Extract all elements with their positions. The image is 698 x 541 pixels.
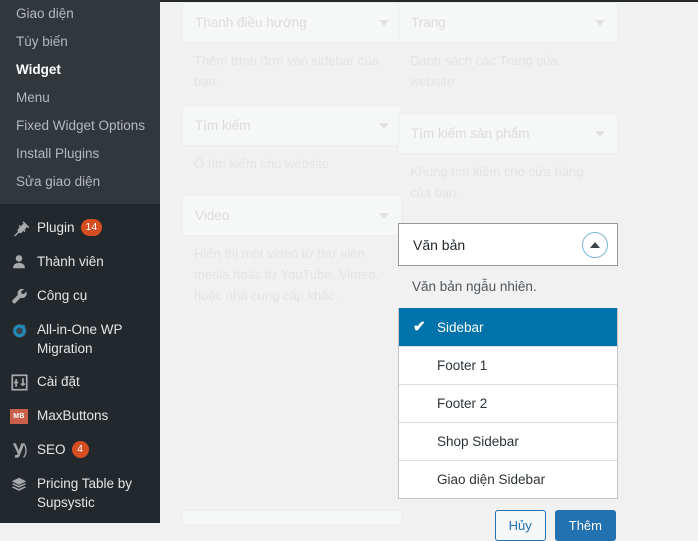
widget-actions: Hủy Thêm (398, 510, 618, 541)
widget-card-tim-kiem-san-pham[interactable]: Tìm kiếm sản phẩm Khung tìm kiếm cho cửa… (398, 113, 618, 213)
menu-item-plugin[interactable]: Plugin 14 (0, 211, 160, 245)
widget-title: Video (195, 208, 230, 223)
menu-item-cai-dat[interactable]: Cài đặt (0, 365, 160, 399)
menu-item-thanh-vien[interactable]: Thành viên (0, 245, 160, 279)
yoast-y-icon (8, 440, 30, 460)
widget-title: Tìm kiếm sản phẩm (411, 126, 530, 141)
menu-item-cong-cu[interactable]: Công cụ (0, 279, 160, 313)
cancel-button[interactable]: Hủy (494, 510, 546, 541)
available-widgets-column-right: Trang Danh sách các Trang của website Tì… (398, 2, 618, 541)
widget-description: Khung tìm kiếm cho cửa hàng của bạn. (410, 164, 584, 200)
menu-item-label: Pricing Table by Supsystic (37, 476, 133, 510)
refresh-circle-icon (8, 320, 30, 340)
status-badge: 4 (71, 441, 89, 458)
widget-title: Tìm kiếm (195, 118, 251, 133)
stack-layers-icon (8, 474, 30, 494)
menu-item-label: Thành viên (37, 254, 104, 269)
wrench-icon (8, 286, 30, 306)
submenu-item-menu[interactable]: Menu (0, 84, 160, 112)
menu-item-pricing-table-by-supsystic[interactable]: Pricing Table by Supsystic (0, 467, 160, 519)
plug-icon (8, 218, 30, 238)
maxbuttons-mb-icon: MB (8, 406, 30, 426)
widget-header[interactable]: Văn bản (398, 223, 618, 266)
list-item-shop-sidebar[interactable]: Shop Sidebar (399, 422, 617, 460)
widget-header[interactable]: Tìm kiếm sản phẩm (398, 113, 618, 154)
top-divider (160, 0, 698, 2)
list-item-label: Footer 1 (437, 358, 488, 373)
widget-title: Văn bản (413, 236, 466, 253)
menu-item-label: All-in-One WP Migration (37, 322, 123, 356)
admin-sidebar: Giao diện Tùy biến Widget Menu Fixed Wid… (0, 0, 160, 523)
widget-header[interactable]: Video (182, 195, 402, 236)
list-item-label: Shop Sidebar (437, 434, 519, 449)
status-badge: 14 (80, 219, 103, 236)
submenu-item-giao-dien[interactable]: Giao diện (0, 0, 160, 28)
widget-header[interactable]: Thanh điều hướng (182, 2, 402, 43)
user-icon (8, 252, 30, 272)
appearance-submenu: Giao diện Tùy biến Widget Menu Fixed Wid… (0, 0, 160, 204)
submenu-item-sua-giao-dien[interactable]: Sửa giao diện (0, 168, 160, 196)
menu-item-label: Plugin (37, 220, 75, 235)
submenu-item-tuy-bien[interactable]: Tùy biến (0, 28, 160, 56)
submenu-item-widget[interactable]: Widget (0, 56, 160, 84)
add-button[interactable]: Thêm (554, 510, 616, 541)
sidebar-target-list: ✔ Sidebar Footer 1 Footer 2 Shop Sidebar… (398, 308, 618, 499)
list-item-label: Giao diện Sidebar (437, 472, 546, 487)
widget-description: Văn bản ngẫu nhiên. (412, 279, 537, 294)
widget-card-video[interactable]: Video Hiển thị một video từ thư viện med… (182, 195, 402, 316)
widget-description: Thêm trình đơn vào sidebar của bạn. (194, 53, 379, 89)
chevron-down-icon[interactable] (595, 19, 605, 26)
widgets-page-body: Thanh điều hướng Thêm trình đơn vào side… (160, 2, 698, 541)
widget-card-tim-kiem[interactable]: Tìm kiếm Ô tìm kiếm cho website (182, 105, 402, 184)
list-item-label: Sidebar (437, 319, 484, 335)
check-icon: ✔ (413, 318, 426, 336)
chevron-up-icon[interactable] (582, 231, 608, 258)
main-menu: Plugin 14 Thành viên Công cụ All-in-One … (0, 204, 160, 519)
submenu-item-fixed-widget-options[interactable]: Fixed Widget Options (0, 112, 160, 140)
widget-card-partial-below-fold[interactable] (182, 510, 402, 524)
settings-sliders-icon (8, 372, 30, 392)
menu-item-label: Công cụ (37, 288, 88, 303)
widget-description: Hiển thị một video từ thư viện media hoặ… (194, 246, 380, 303)
chevron-down-icon[interactable] (379, 122, 389, 129)
widget-title: Thanh điều hướng (195, 15, 307, 30)
chevron-down-icon[interactable] (379, 212, 389, 219)
menu-item-maxbuttons[interactable]: MB MaxButtons (0, 399, 160, 433)
widget-card-van-ban-active: Văn bản Văn bản ngẫu nhiên. ✔ Sidebar Fo… (398, 223, 618, 541)
mb-glyph: MB (10, 408, 28, 424)
menu-item-all-in-one-wp-migration[interactable]: All-in-One WP Migration (0, 313, 160, 365)
list-item-footer-1[interactable]: Footer 1 (399, 346, 617, 384)
list-item-giao-dien-sidebar[interactable]: Giao diện Sidebar (399, 460, 617, 498)
widget-header[interactable]: Trang (398, 2, 618, 43)
menu-item-label: Cài đặt (37, 374, 80, 389)
menu-item-label: MaxButtons (37, 408, 109, 423)
list-item-sidebar[interactable]: ✔ Sidebar (399, 308, 617, 346)
list-item-label: Footer 2 (437, 396, 488, 411)
widget-header[interactable]: Tìm kiếm (182, 105, 402, 146)
widget-description: Danh sách các Trang của website (410, 53, 558, 89)
widget-card-thanh-dieu-huong[interactable]: Thanh điều hướng Thêm trình đơn vào side… (182, 2, 402, 102)
menu-item-seo[interactable]: SEO 4 (0, 433, 160, 467)
available-widgets-column-left: Thanh điều hướng Thêm trình đơn vào side… (182, 2, 402, 319)
chevron-down-icon[interactable] (379, 19, 389, 26)
widget-description: Ô tìm kiếm cho website (194, 156, 330, 171)
submenu-item-install-plugins[interactable]: Install Plugins (0, 140, 160, 168)
list-item-footer-2[interactable]: Footer 2 (399, 384, 617, 422)
menu-item-label: SEO (37, 442, 66, 457)
chevron-down-icon[interactable] (595, 130, 605, 137)
widget-title: Trang (411, 15, 446, 30)
widget-card-trang[interactable]: Trang Danh sách các Trang của website (398, 2, 618, 102)
